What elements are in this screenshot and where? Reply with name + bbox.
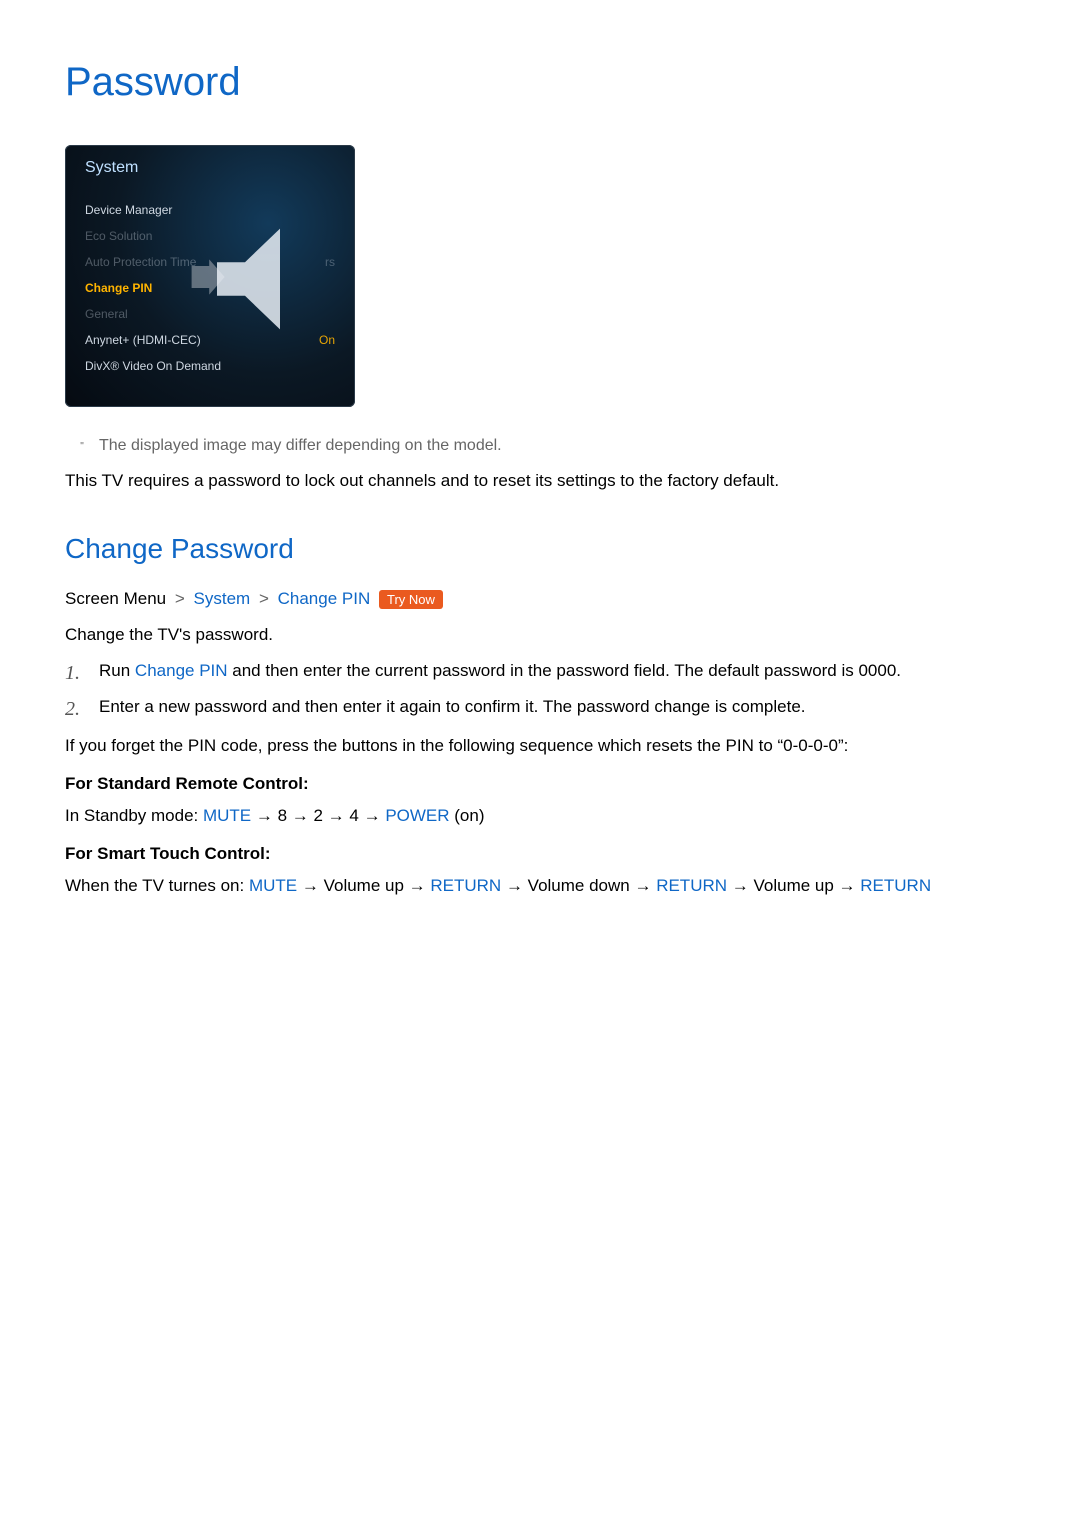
keyword-change-pin: Change PIN [135,661,228,680]
step-text: and then enter the current password in t… [228,661,901,680]
step-text: Enter a new password and then enter it a… [99,697,806,716]
smart-touch-sequence: When the TV turnes on: MUTE → Volume up … [65,874,1015,898]
standard-remote-label: For Standard Remote Control: [65,774,1015,794]
keyword-return: RETURN [656,876,727,895]
keyword-return: RETURN [860,876,931,895]
step-number: 1. [65,659,80,687]
path-system: System [194,589,251,608]
change-subtext: Change the TV's password. [65,625,1015,645]
seq-text: → 8 → 2 → 4 → [251,806,385,825]
note-mark-icon: " [65,437,99,452]
tv-menu-title: System [85,159,138,177]
seq-text: (on) [450,806,485,825]
path-change-pin: Change PIN [278,589,371,608]
intro-text: This TV requires a password to lock out … [65,469,1015,493]
note-text: The displayed image may differ depending… [99,437,502,455]
tv-item-label: Change PIN [85,281,152,295]
tv-item-label: General [85,307,128,321]
step-2: 2. Enter a new password and then enter i… [99,695,1015,719]
seq-text: When the TV turnes on: [65,876,249,895]
tv-item-label: Eco Solution [85,229,152,243]
keyword-mute: MUTE [249,876,297,895]
menu-path: Screen Menu > System > Change PIN Try No… [65,589,1015,609]
chevron-right-icon: > [175,589,185,608]
keyword-power: POWER [385,806,449,825]
seq-text: → Volume up → [727,876,860,895]
steps-list: 1. Run Change PIN and then enter the cur… [99,659,1015,719]
tv-item-label: Device Manager [85,203,172,217]
tv-menu-item: DivX® Video On Demand [85,353,335,379]
tv-menu-screenshot: System Device Manager Eco Solution Auto … [65,145,355,407]
tv-item-label: Anynet+ (HDMI-CEC) [85,333,201,347]
tv-item-label: Auto Protection Time [85,255,196,269]
step-text: Run [99,661,135,680]
smart-touch-label: For Smart Touch Control: [65,844,1015,864]
seq-text: In Standby mode: [65,806,203,825]
chevron-right-icon: > [259,589,269,608]
speaker-icon [203,209,343,349]
seq-text: → Volume up → [297,876,430,895]
path-prefix: Screen Menu [65,589,166,608]
model-note: " The displayed image may differ dependi… [65,437,1015,455]
try-now-badge[interactable]: Try Now [379,590,443,609]
forget-text: If you forget the PIN code, press the bu… [65,734,1015,758]
seq-text: → Volume down → [501,876,656,895]
step-1: 1. Run Change PIN and then enter the cur… [99,659,1015,683]
page-title: Password [65,60,1015,105]
keyword-mute: MUTE [203,806,251,825]
section-title-change-password: Change Password [65,533,1015,565]
keyword-return: RETURN [430,876,501,895]
step-number: 2. [65,695,80,723]
standard-remote-sequence: In Standby mode: MUTE → 8 → 2 → 4 → POWE… [65,804,1015,828]
tv-item-label: DivX® Video On Demand [85,359,221,373]
